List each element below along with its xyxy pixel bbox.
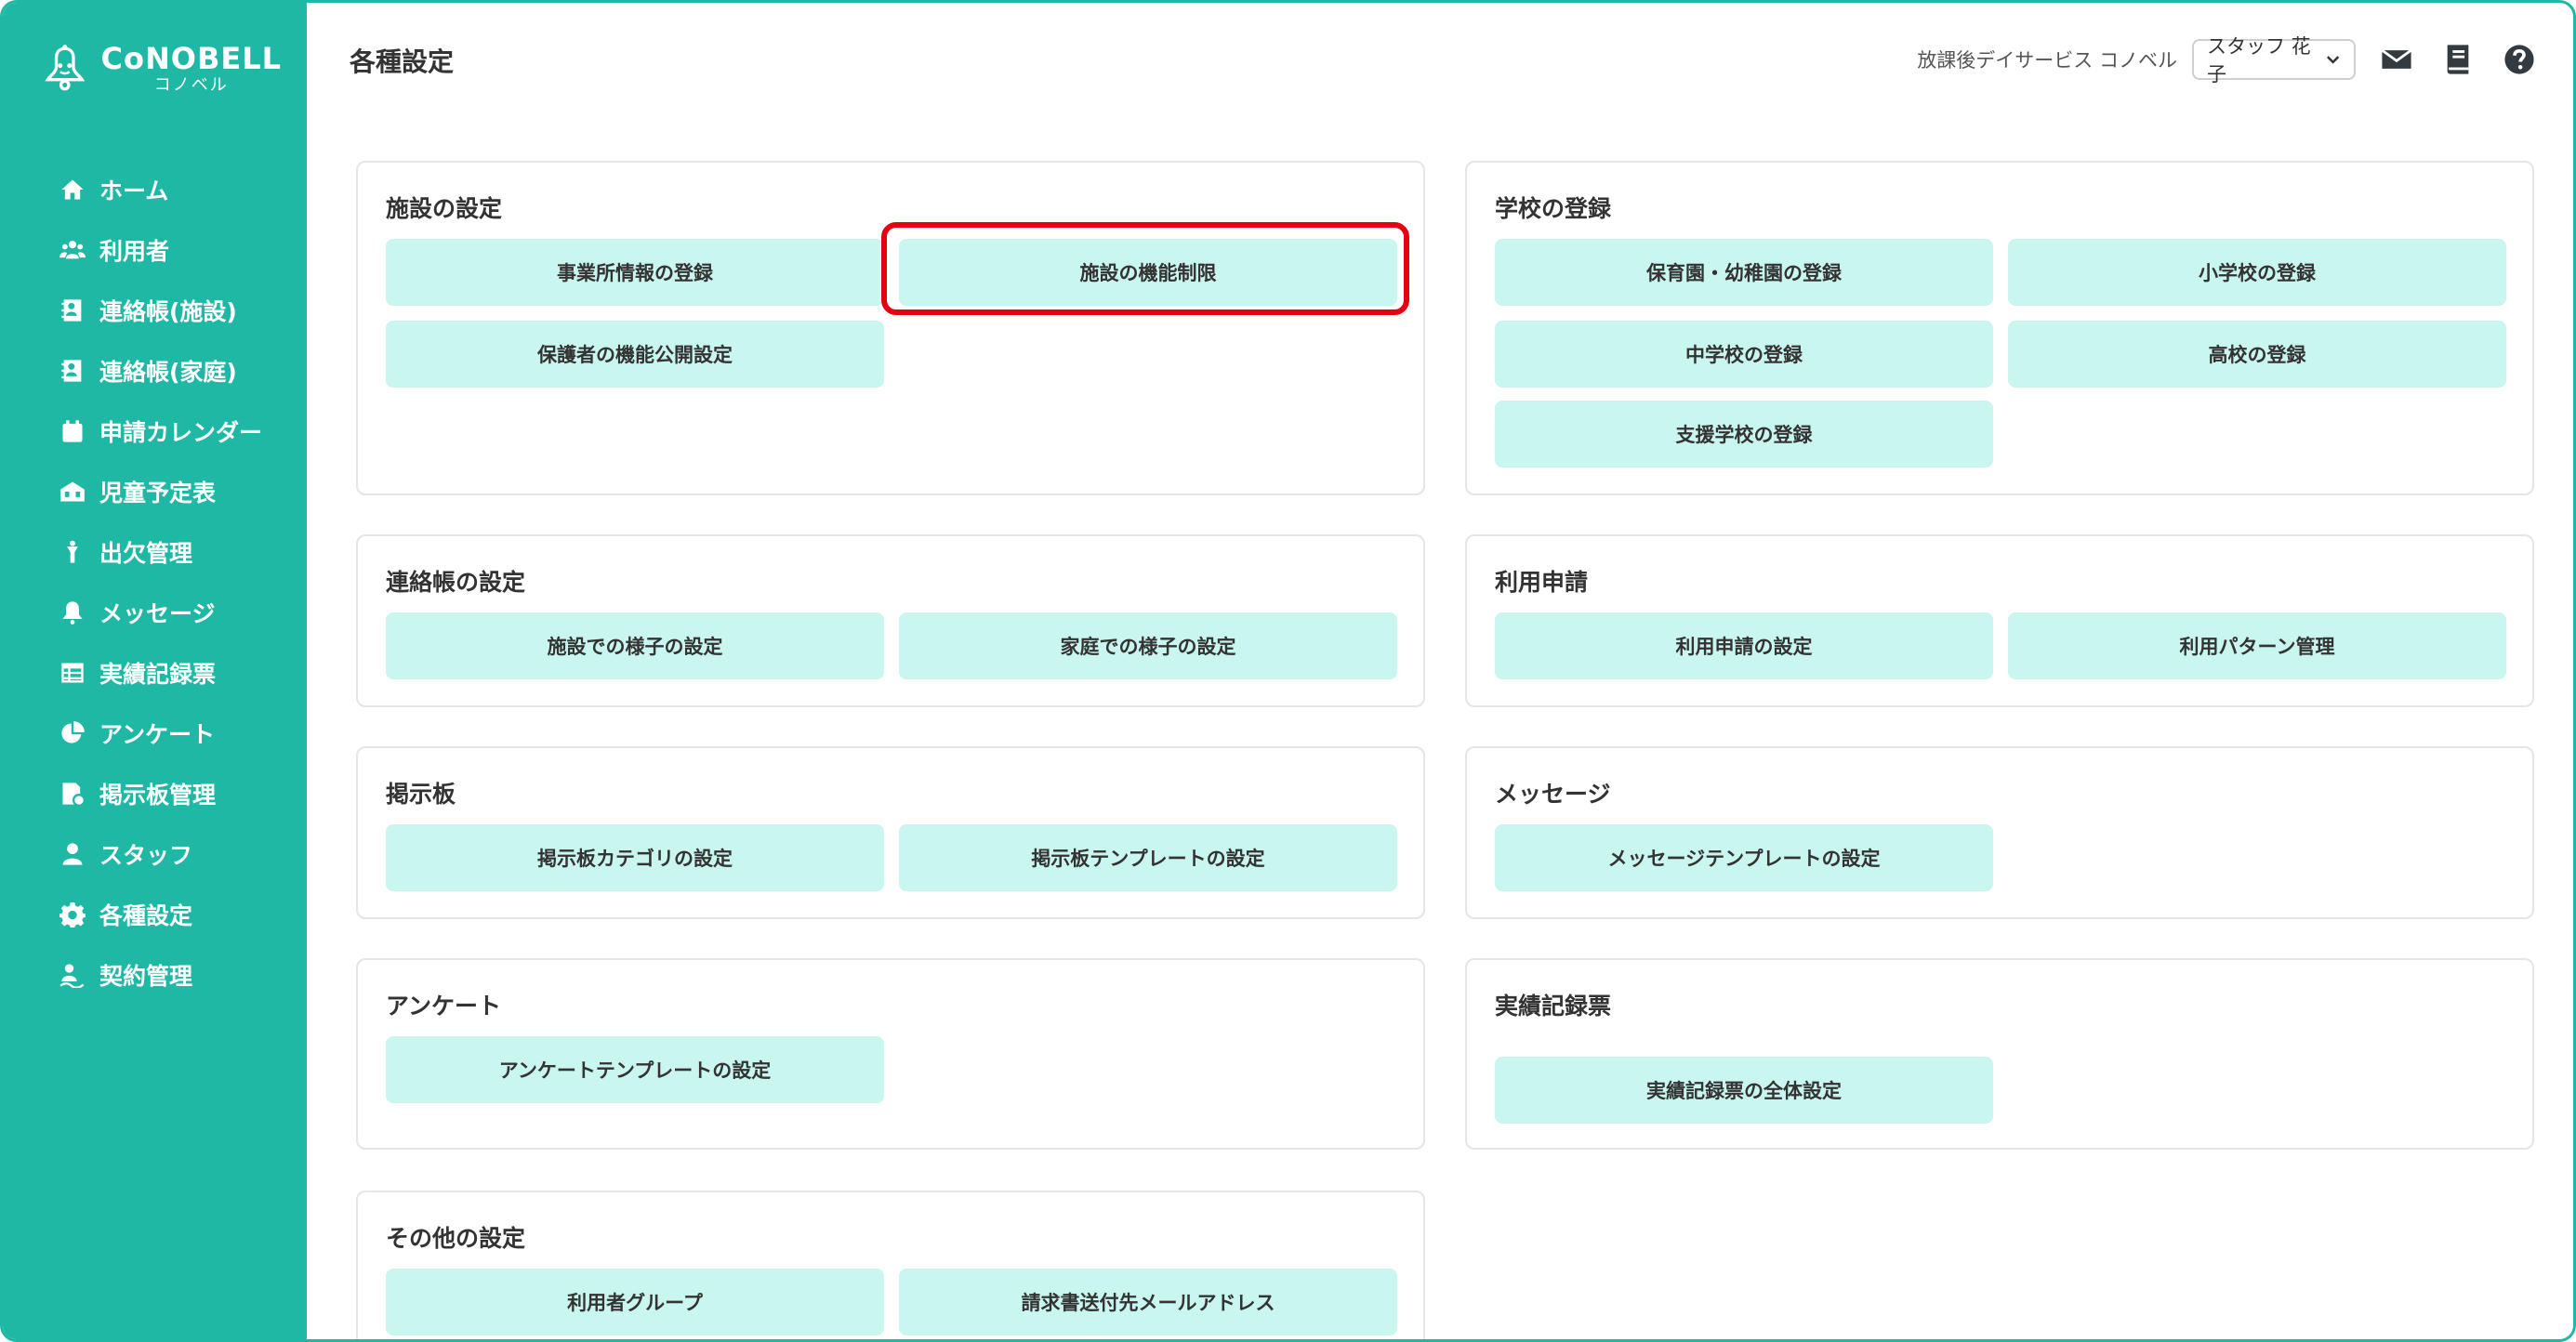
home-status-setting-button[interactable]: 家庭での様子の設定 (899, 612, 1397, 679)
sidebar-item-staff[interactable]: スタッフ (59, 823, 300, 884)
card-title: アンケート (386, 993, 502, 1020)
book-icon (2447, 45, 2469, 74)
sidebar-nav: ホーム 利用者 連絡帳(施設) 連絡帳(家庭) 申請カレンダー 児童予定表 出欠… (59, 159, 300, 1005)
sidebar-item-attendance[interactable]: 出欠管理 (59, 521, 300, 582)
bell-logo-icon (45, 45, 86, 91)
bell-icon (59, 599, 86, 626)
sidebar-item-label: スタッフ (99, 841, 193, 869)
record-overall-setting-button[interactable]: 実績記録票の全体設定 (1495, 1057, 1993, 1124)
card-title: 掲示板 (386, 781, 456, 808)
board-template-button[interactable]: 掲示板テンプレートの設定 (899, 824, 1397, 891)
card-title: 学校の登録 (1495, 195, 1612, 222)
contract-icon (59, 961, 86, 989)
schedule-icon (59, 478, 86, 506)
sidebar-item-label: 申請カレンダー (99, 418, 263, 446)
question-icon (2504, 45, 2534, 74)
person-icon (59, 538, 86, 566)
board-icon (59, 780, 86, 808)
sidebar-item-label: 連絡帳(施設) (99, 297, 237, 325)
sidebar-item-contact-facility[interactable]: 連絡帳(施設) (59, 280, 300, 340)
help-button[interactable] (2499, 39, 2540, 80)
chevron-down-icon (2326, 56, 2340, 64)
board-category-button[interactable]: 掲示板カテゴリの設定 (386, 824, 884, 891)
highlight-box (881, 222, 1409, 315)
special-school-registration-button[interactable]: 支援学校の登録 (1495, 401, 1993, 467)
user-group-button[interactable]: 利用者グループ (386, 1269, 884, 1335)
sidebar-item-board[interactable]: 掲示板管理 (59, 763, 300, 823)
card-record: 実績記録票 実績記録票の全体設定 (1465, 958, 2534, 1150)
sidebar-item-calendar[interactable]: 申請カレンダー (59, 401, 300, 461)
user-name: スタッフ 花子 (2207, 35, 2311, 86)
manual-button[interactable] (2437, 39, 2478, 80)
pie-chart-icon (59, 719, 86, 747)
guardian-function-setting-button[interactable]: 保護者の機能公開設定 (386, 321, 884, 388)
logo[interactable]: CoNOBELL コノベル (40, 36, 282, 101)
facility-name: 放課後デイサービス コノベル (1917, 49, 2177, 72)
usage-application-setting-button[interactable]: 利用申請の設定 (1495, 612, 1993, 679)
card-other-settings: その他の設定 利用者グループ 請求書送付先メールアドレス (356, 1191, 1425, 1339)
mail-button[interactable] (2376, 39, 2417, 80)
sidebar-item-schedule[interactable]: 児童予定表 (59, 461, 300, 521)
mail-icon (2381, 48, 2412, 69)
sidebar-item-message[interactable]: メッセージ (59, 582, 300, 642)
card-usage-application: 利用申請 利用申請の設定 利用パターン管理 (1465, 534, 2534, 707)
sidebar: CoNOBELL コノベル ホーム 利用者 連絡帳(施設) 連絡帳(家庭) 申請… (3, 3, 307, 1339)
high-school-registration-button[interactable]: 高校の登録 (2008, 321, 2506, 388)
facility-status-setting-button[interactable]: 施設での様子の設定 (386, 612, 884, 679)
sidebar-item-label: 児童予定表 (99, 479, 217, 507)
gear-icon (59, 901, 86, 928)
card-title: その他の設定 (386, 1225, 526, 1252)
sidebar-item-label: 実績記録票 (99, 660, 217, 688)
card-title: メッセージ (1495, 781, 1611, 808)
junior-high-registration-button[interactable]: 中学校の登録 (1495, 321, 1993, 388)
facility-info-button[interactable]: 事業所情報の登録 (386, 239, 884, 306)
sidebar-item-label: ホーム (99, 177, 169, 204)
users-icon (59, 236, 86, 264)
contact-book-icon (59, 296, 86, 324)
brand-sub: コノベル (153, 75, 229, 95)
staff-icon (59, 840, 86, 868)
message-template-button[interactable]: メッセージテンプレートの設定 (1495, 824, 1993, 891)
sidebar-item-users[interactable]: 利用者 (59, 219, 300, 280)
brand-name: CoNOBELL (100, 41, 282, 76)
home-icon (59, 176, 86, 204)
sidebar-item-survey[interactable]: アンケート (59, 703, 300, 763)
elementary-registration-button[interactable]: 小学校の登録 (2008, 239, 2506, 306)
card-contact-settings: 連絡帳の設定 施設での様子の設定 家庭での様子の設定 (356, 534, 1425, 707)
table-icon (59, 659, 86, 687)
sidebar-item-settings[interactable]: 各種設定 (59, 884, 300, 944)
usage-pattern-button[interactable]: 利用パターン管理 (2008, 612, 2506, 679)
sidebar-item-label: メッセージ (99, 599, 216, 627)
sidebar-item-label: 出欠管理 (99, 539, 193, 567)
invoice-email-button[interactable]: 請求書送付先メールアドレス (899, 1269, 1397, 1335)
card-facility-settings: 施設の設定 事業所情報の登録 施設の機能制限 保護者の機能公開設定 (356, 161, 1425, 495)
contact-book-icon (59, 357, 86, 385)
card-title: 連絡帳の設定 (386, 569, 526, 596)
header-toolbar: 放課後デイサービス コノベル スタッフ 花子 (1917, 35, 2540, 86)
sidebar-item-label: 連絡帳(家庭) (99, 358, 237, 386)
sidebar-item-record[interactable]: 実績記録票 (59, 642, 300, 703)
card-survey: アンケート アンケートテンプレートの設定 (356, 958, 1425, 1150)
sidebar-item-label: 利用者 (99, 237, 170, 265)
card-title: 施設の設定 (386, 195, 503, 222)
calendar-icon (59, 417, 86, 445)
sidebar-item-home[interactable]: ホーム (59, 159, 300, 219)
sidebar-item-label: 各種設定 (99, 901, 193, 929)
sidebar-item-contact-home[interactable]: 連絡帳(家庭) (59, 340, 300, 401)
sidebar-item-label: アンケート (99, 720, 216, 748)
card-board: 掲示板 掲示板カテゴリの設定 掲示板テンプレートの設定 (356, 746, 1425, 919)
page-title: 各種設定 (350, 46, 455, 77)
card-message: メッセージ メッセージテンプレートの設定 (1465, 746, 2534, 919)
card-title: 利用申請 (1495, 569, 1589, 596)
card-title: 実績記録票 (1495, 993, 1612, 1020)
sidebar-item-label: 契約管理 (99, 962, 193, 990)
app-window: CoNOBELL コノベル ホーム 利用者 連絡帳(施設) 連絡帳(家庭) 申請… (0, 0, 2576, 1342)
card-school-registration: 学校の登録 保育園・幼稚園の登録 小学校の登録 中学校の登録 高校の登録 支援学… (1465, 161, 2534, 495)
sidebar-item-label: 掲示板管理 (99, 781, 217, 809)
user-select[interactable]: スタッフ 花子 (2192, 35, 2356, 86)
survey-template-button[interactable]: アンケートテンプレートの設定 (386, 1036, 884, 1103)
sidebar-item-contract[interactable]: 契約管理 (59, 944, 300, 1005)
nursery-registration-button[interactable]: 保育園・幼稚園の登録 (1495, 239, 1993, 306)
